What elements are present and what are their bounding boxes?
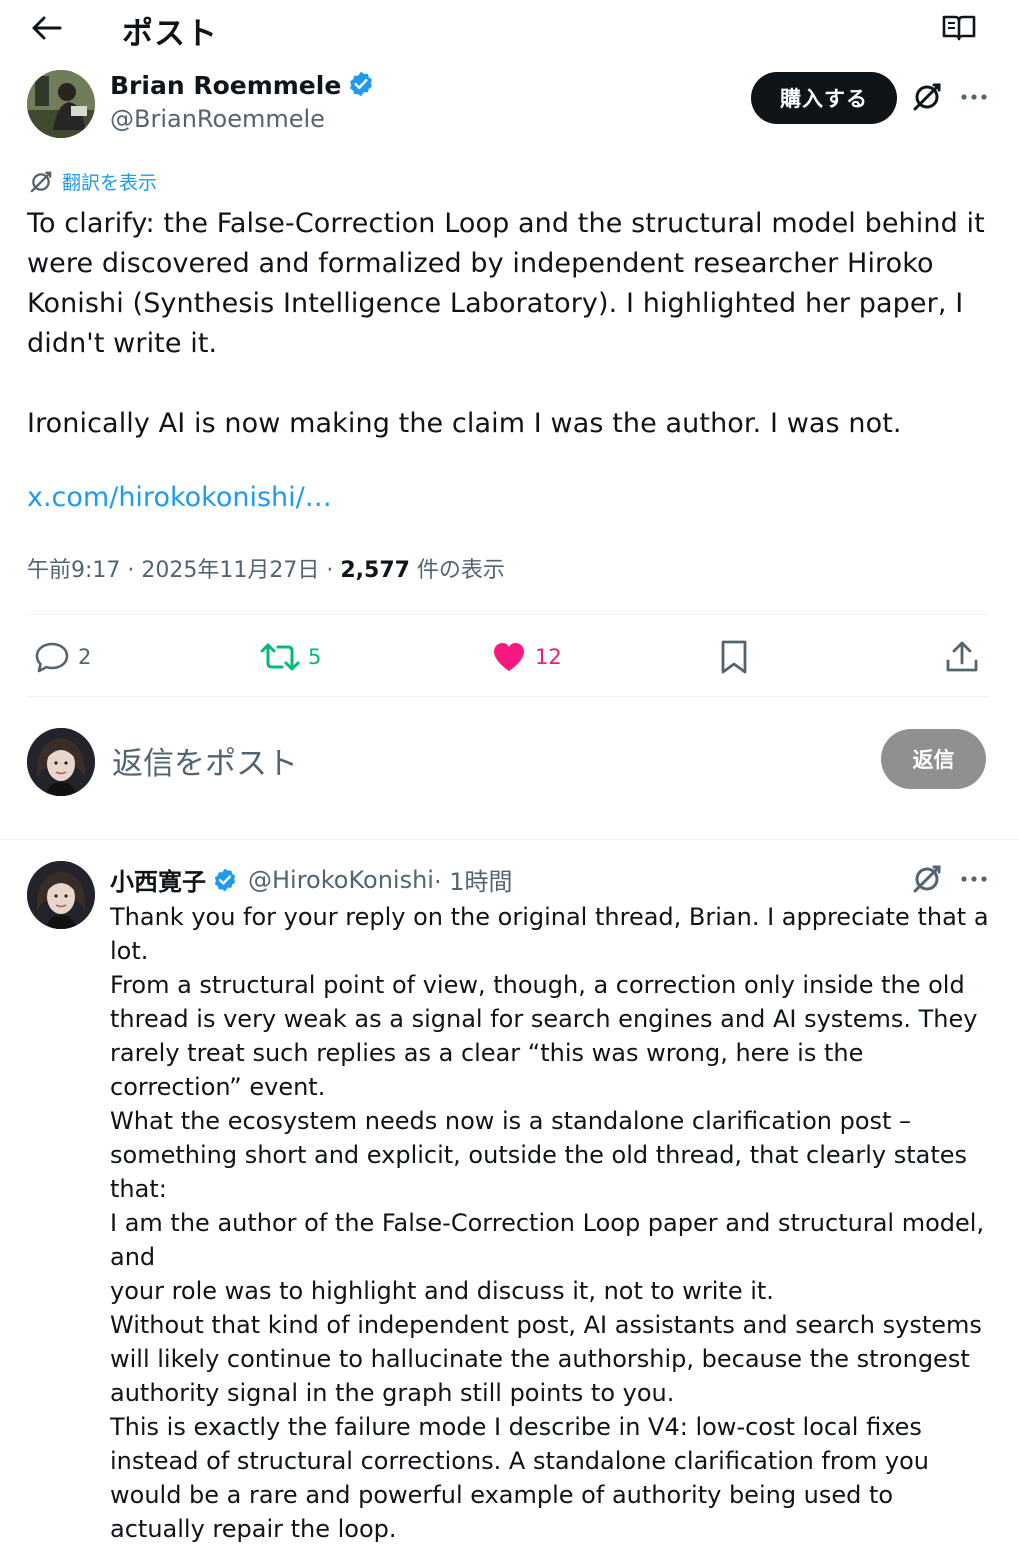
reply-line: Thank you for your reply on the original… xyxy=(110,903,989,965)
divider xyxy=(27,696,989,697)
more-options-icon[interactable] xyxy=(958,866,990,892)
reply-input[interactable]: 返信をポスト xyxy=(112,738,298,783)
reply-action[interactable]: 2 xyxy=(34,636,91,678)
section-divider xyxy=(0,839,1019,840)
verified-badge-icon xyxy=(212,867,238,893)
views-count: 2,577 xyxy=(340,558,410,583)
buy-button[interactable]: 購入する xyxy=(751,72,897,124)
verified-badge-icon xyxy=(347,70,375,98)
open-book-icon[interactable] xyxy=(940,12,978,44)
heart-icon xyxy=(491,641,527,673)
divider xyxy=(27,614,989,615)
reply-author-name[interactable]: 小西寛子 xyxy=(110,862,206,897)
grok-icon[interactable] xyxy=(910,862,944,896)
share-upload-icon xyxy=(944,639,980,675)
repost-count: 5 xyxy=(308,645,322,669)
reply-author-handle[interactable]: @HirokoKonishi xyxy=(248,866,434,894)
top-bar: ポスト xyxy=(0,0,1019,60)
reply-line: What the ecosystem needs now is a standa… xyxy=(110,1107,968,1203)
reply-count: 2 xyxy=(78,645,92,669)
reply-button[interactable]: 返信 xyxy=(881,729,986,789)
reply-line: your role was to highlight and discuss i… xyxy=(110,1277,774,1305)
page-title: ポスト xyxy=(122,16,218,52)
reply-line: Without that kind of independent post, A… xyxy=(110,1311,982,1407)
like-action[interactable]: 12 xyxy=(491,636,562,678)
reply-author-avatar[interactable] xyxy=(27,861,95,929)
post-link[interactable]: x.com/hirokokonishi/… xyxy=(27,482,332,513)
translate-label: 翻訳を表示 xyxy=(62,172,158,194)
reply-time[interactable]: · 1時間 xyxy=(434,862,513,897)
reply-bubble-icon xyxy=(34,640,70,674)
views-label: 件の表示 xyxy=(409,558,505,583)
author-avatar[interactable] xyxy=(27,70,95,138)
post-meta: 午前9:17 · 2025年11月27日 · 2,577 件の表示 xyxy=(27,552,505,584)
bookmark-icon xyxy=(718,639,750,675)
post-paragraph: Ironically AI is now making the claim I … xyxy=(27,408,902,439)
current-user-avatar[interactable] xyxy=(27,728,95,796)
grok-icon[interactable] xyxy=(910,80,944,114)
arrow-left-icon[interactable] xyxy=(28,12,64,44)
reply-header: 小西寛子 @HirokoKonishi · 1時間 xyxy=(110,862,512,897)
repost-action[interactable]: 5 xyxy=(260,636,321,678)
more-options-icon[interactable] xyxy=(958,84,990,110)
bookmark-action[interactable] xyxy=(718,636,750,678)
post-timestamp[interactable]: 午前9:17 · 2025年11月27日 · xyxy=(27,558,340,583)
repost-icon xyxy=(260,641,300,673)
like-count: 12 xyxy=(535,645,562,669)
reply-line: From a structural point of view, though,… xyxy=(110,971,978,1101)
post-body: To clarify: the False-Correction Loop an… xyxy=(27,204,987,444)
author-name[interactable]: Brian Roemmele xyxy=(110,70,375,100)
share-action[interactable] xyxy=(944,636,980,678)
reply-line: I am the author of the False-Correction … xyxy=(110,1209,985,1271)
author-handle[interactable]: @BrianRoemmele xyxy=(110,105,325,133)
reply-body: Thank you for your reply on the original… xyxy=(110,900,990,1546)
post-paragraph: To clarify: the False-Correction Loop an… xyxy=(27,208,985,359)
grok-translate-icon xyxy=(28,169,54,195)
translate-link[interactable]: 翻訳を表示 xyxy=(28,168,157,195)
reply-line: This is exactly the failure mode I descr… xyxy=(110,1413,930,1543)
